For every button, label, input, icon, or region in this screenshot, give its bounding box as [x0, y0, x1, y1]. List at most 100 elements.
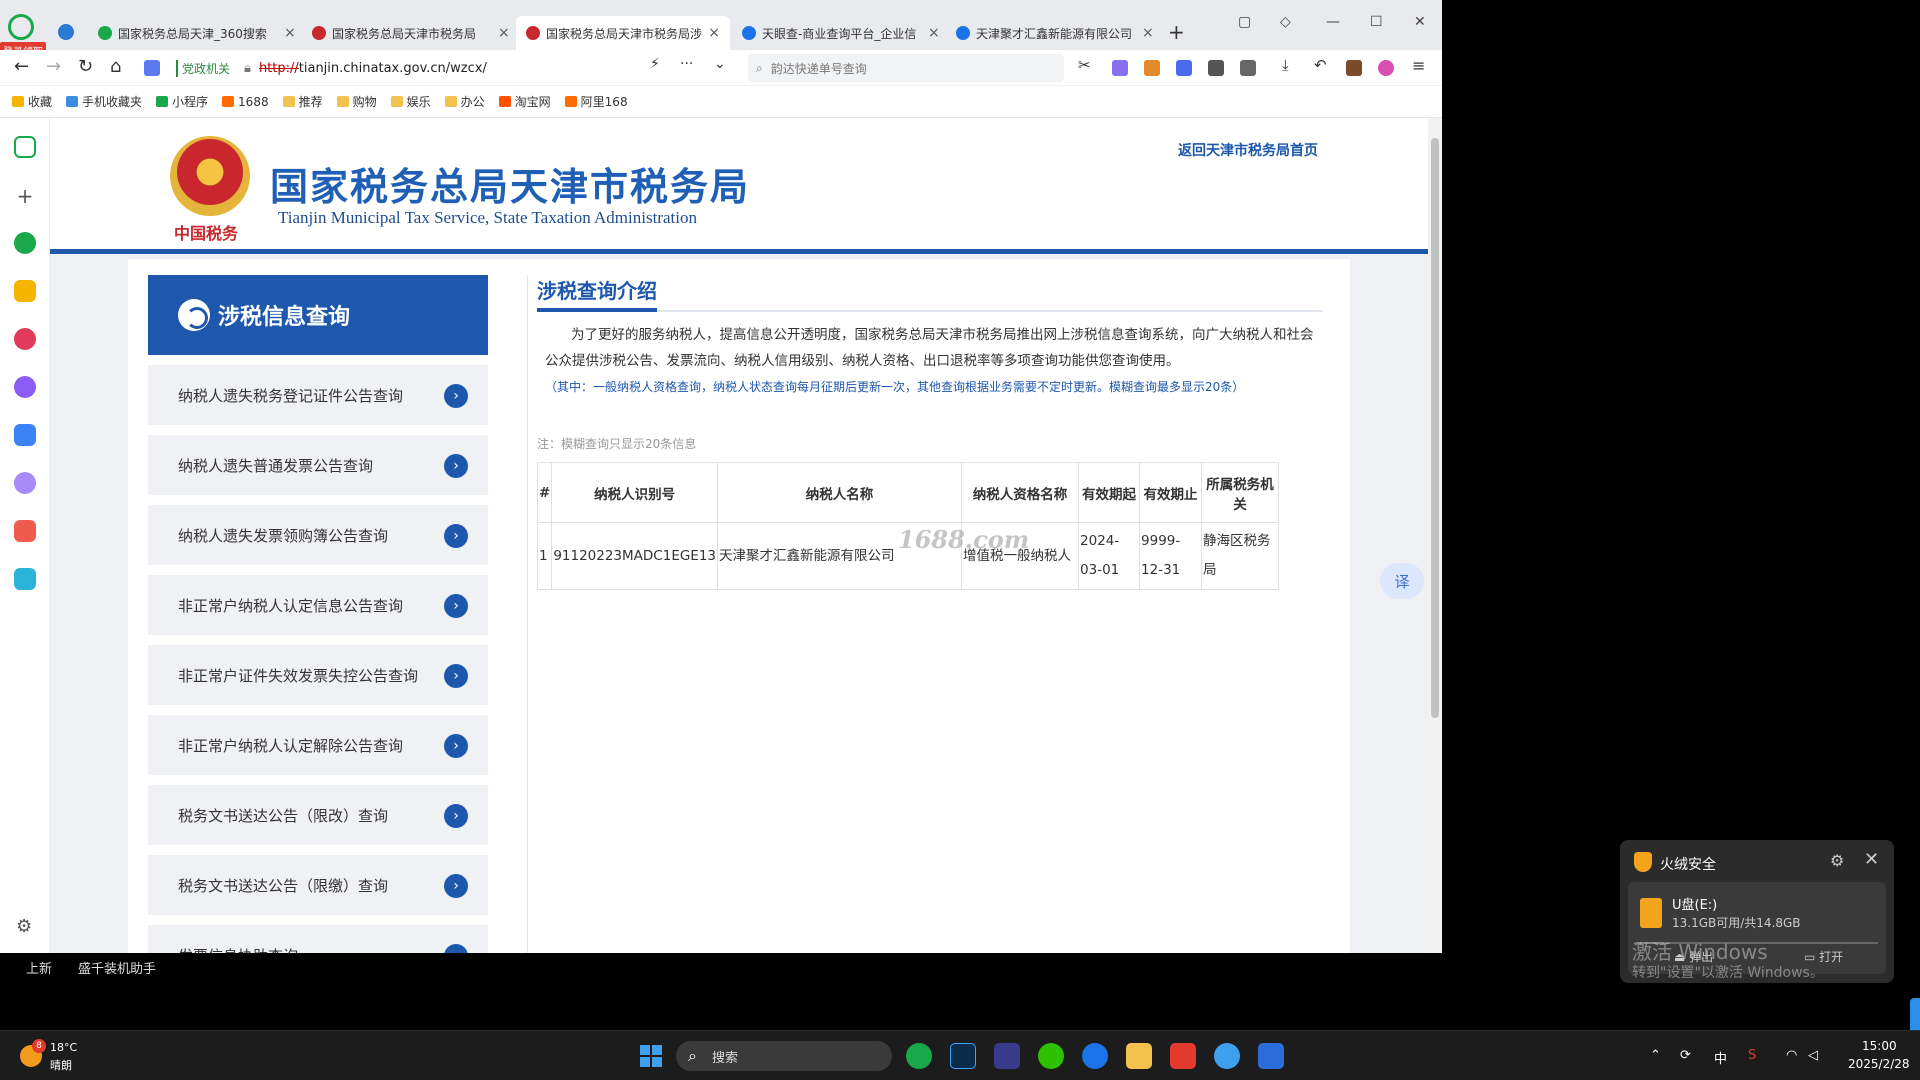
search-app-icon[interactable]: [1082, 1043, 1108, 1069]
close-icon[interactable]: ×: [708, 25, 720, 41]
temperature[interactable]: 18°C: [50, 1041, 77, 1054]
file-explorer-icon[interactable]: [1126, 1043, 1152, 1069]
ext-purple-icon[interactable]: [1112, 60, 1128, 76]
photoshop-icon[interactable]: [950, 1043, 976, 1069]
chevron-up-icon[interactable]: ⌃: [1650, 1048, 1661, 1063]
bookmark-item[interactable]: 收藏: [12, 93, 52, 110]
translate-button[interactable]: 译: [1380, 563, 1424, 599]
weather-desc[interactable]: 晴朗: [50, 1057, 72, 1073]
volume-icon[interactable]: ◁: [1808, 1048, 1818, 1063]
ai-icon[interactable]: [14, 424, 36, 446]
star-icon[interactable]: [14, 280, 36, 302]
clock-date[interactable]: 2025/2/28: [1848, 1057, 1910, 1071]
taskbar-search[interactable]: 搜索: [676, 1041, 892, 1071]
game-icon[interactable]: [1144, 60, 1160, 76]
ai-assistant-icon[interactable]: [14, 376, 36, 398]
briefcase-icon[interactable]: [1346, 60, 1362, 76]
sidebar-item-abnormal-taxpayer[interactable]: 非正常户纳税人认定信息公告查询 ›: [148, 575, 488, 635]
browser-logo-icon[interactable]: [8, 14, 34, 40]
close-icon[interactable]: ×: [928, 25, 940, 41]
notepad-icon[interactable]: [1258, 1043, 1284, 1069]
close-icon[interactable]: ×: [498, 25, 510, 41]
sogou-icon[interactable]: S: [1748, 1048, 1756, 1063]
page-scrollbar[interactable]: [1428, 118, 1442, 953]
close-icon[interactable]: ✕: [1864, 849, 1879, 870]
sidebar-item-lost-purchase-book[interactable]: 纳税人遗失发票领购簿公告查询 ›: [148, 505, 488, 565]
tab-2[interactable]: 国家税务总局天津市税务局 ×: [302, 16, 520, 50]
sidebar-item-abnormal-invalid[interactable]: 非正常户证件失效发票失控公告查询 ›: [148, 645, 488, 705]
wechat-icon[interactable]: [1038, 1043, 1064, 1069]
skin-icon[interactable]: ◇: [1280, 14, 1291, 30]
scroll-thumb[interactable]: [1431, 138, 1439, 718]
reload-icon[interactable]: ↻: [78, 56, 93, 77]
home-icon[interactable]: [14, 136, 36, 158]
bookmarks-bar: 收藏 手机收藏夹 小程序 1688 推荐 购物 娱乐 办公 淘宝网 阿里168: [0, 86, 1442, 118]
sidebar-item-document-correction[interactable]: 税务文书送达公告（限改）查询 ›: [148, 785, 488, 845]
scissors-icon[interactable]: ✂: [1078, 56, 1091, 74]
profile-icon[interactable]: [1378, 60, 1394, 76]
wps-icon[interactable]: [1170, 1043, 1196, 1069]
chevron-down-icon[interactable]: ⌄: [714, 56, 726, 72]
close-icon[interactable]: ×: [284, 25, 296, 41]
bookmark-item[interactable]: 推荐: [282, 93, 323, 110]
clock-time[interactable]: 15:00: [1862, 1039, 1897, 1053]
gamepad-icon[interactable]: [14, 520, 36, 542]
bookmark-item[interactable]: 办公: [444, 93, 485, 110]
desktop-label[interactable]: 盛千装机助手: [78, 958, 156, 977]
add-icon[interactable]: +: [14, 184, 36, 208]
chat-icon[interactable]: [14, 472, 36, 494]
sidebar-item-lost-invoice[interactable]: 纳税人遗失普通发票公告查询 ›: [148, 435, 488, 495]
tab-counter-icon[interactable]: ▢: [1238, 14, 1251, 30]
sync-icon[interactable]: ⟳: [1680, 1048, 1691, 1063]
wifi-icon[interactable]: ◠: [1786, 1048, 1797, 1063]
bookmark-item[interactable]: 1688: [222, 95, 269, 109]
bookmark-item[interactable]: 购物: [336, 93, 377, 110]
home-icon[interactable]: ⌂: [110, 56, 121, 77]
bookmark-item[interactable]: 阿里168: [564, 93, 628, 110]
gear-icon[interactable]: ⚙: [1830, 851, 1844, 870]
download-icon[interactable]: ⤓: [1282, 56, 1289, 74]
minimize-icon[interactable]: —: [1326, 14, 1340, 30]
back-icon[interactable]: ←: [14, 56, 29, 77]
start-button[interactable]: [640, 1045, 662, 1067]
puzzle-icon[interactable]: [1240, 60, 1256, 76]
ai-icon[interactable]: [144, 60, 160, 76]
telegram-icon[interactable]: [58, 24, 74, 40]
1688-app-icon[interactable]: [994, 1043, 1020, 1069]
bookmark-item[interactable]: 淘宝网: [498, 93, 551, 110]
lightning-icon[interactable]: ⚡: [650, 56, 660, 72]
sidebar-item-document-payment[interactable]: 税务文书送达公告（限缴）查询 ›: [148, 855, 488, 915]
maximize-icon[interactable]: ☐: [1370, 14, 1383, 30]
url-text[interactable]: http://tianjin.chinatax.gov.cn/wzcx/: [259, 61, 487, 76]
sidebar-item-invoice-assist[interactable]: 发票信息协助查询 ›: [148, 925, 488, 953]
desktop-label[interactable]: 上新: [26, 958, 52, 977]
globe-icon[interactable]: [1214, 1043, 1240, 1069]
gear-icon[interactable]: ⚙: [16, 916, 32, 937]
sidebar-item-lost-registration[interactable]: 纳税人遗失税务登记证件公告查询 ›: [148, 365, 488, 425]
ext-blue-icon[interactable]: [1176, 60, 1192, 76]
translate-icon[interactable]: [14, 568, 36, 590]
ime-indicator[interactable]: 中: [1714, 1048, 1727, 1067]
bookmark-item[interactable]: 小程序: [156, 93, 208, 110]
tab-3-active[interactable]: 国家税务总局天津市税务局涉 ×: [516, 16, 730, 50]
menu-icon[interactable]: ≡: [1412, 56, 1425, 75]
close-icon[interactable]: ×: [1142, 25, 1154, 41]
link-icon[interactable]: [14, 232, 36, 254]
network-icon[interactable]: [14, 328, 36, 350]
more-icon[interactable]: ···: [680, 56, 693, 72]
tab-4[interactable]: 天眼查-商业查询平台_企业信 ×: [732, 16, 950, 50]
return-home-link[interactable]: 返回天津市税务局首页: [1178, 140, 1318, 160]
new-tab-button[interactable]: +: [1168, 20, 1185, 44]
window-icon[interactable]: [1208, 60, 1224, 76]
sidebar-item-abnormal-release[interactable]: 非正常户纳税人认定解除公告查询 ›: [148, 715, 488, 775]
taskbar: 8 18°C 晴朗 搜索 ⌃ ⟳ 中 S ◠ ◁ 15:00 2025/2/28: [0, 1030, 1920, 1080]
tab-5[interactable]: 天津聚才汇鑫新能源有限公司 ×: [946, 16, 1164, 50]
bookmark-item[interactable]: 娱乐: [390, 93, 431, 110]
undo-icon[interactable]: ↶: [1314, 56, 1327, 74]
bookmark-item[interactable]: 手机收藏夹: [66, 93, 142, 110]
browser-app-icon[interactable]: [906, 1043, 932, 1069]
tab-1[interactable]: 国家税务总局天津_360搜索 ×: [88, 16, 306, 50]
search-input[interactable]: ⌕ 韵达快递单号查询: [748, 54, 1064, 82]
forward-icon[interactable]: →: [46, 56, 61, 77]
close-window-icon[interactable]: ✕: [1414, 14, 1426, 30]
